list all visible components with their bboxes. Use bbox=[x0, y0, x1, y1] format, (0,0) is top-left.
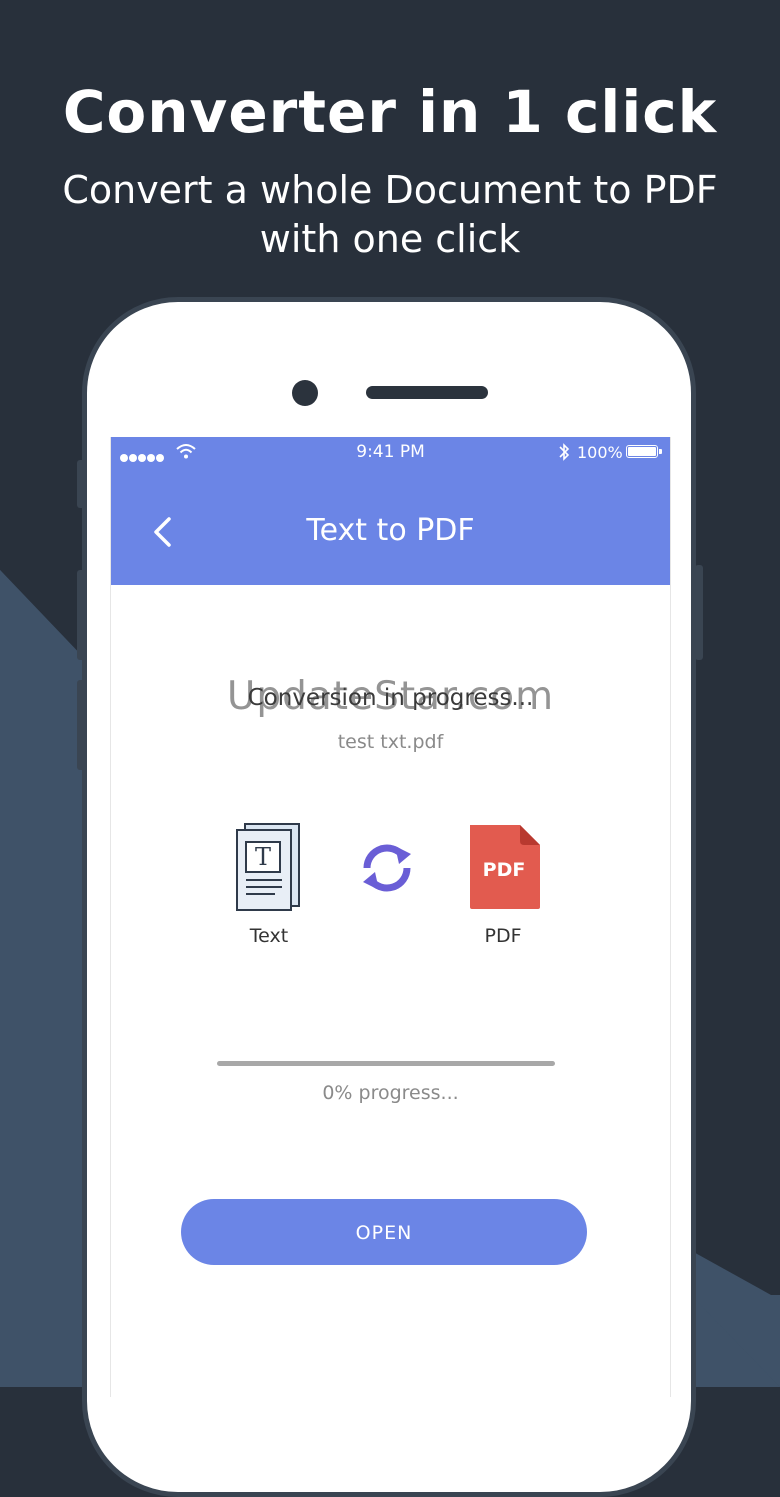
target-format-label: PDF bbox=[484, 925, 522, 947]
promo-subline: Convert a whole Document to PDF with one… bbox=[62, 168, 718, 261]
phone-camera bbox=[292, 380, 318, 406]
progress-bar bbox=[217, 1061, 555, 1066]
app-bar: 9:41 PM 100% Text to PDF bbox=[111, 437, 670, 585]
sync-icon bbox=[363, 844, 411, 892]
bluetooth-icon bbox=[559, 443, 570, 461]
page-title: Text to PDF bbox=[306, 513, 475, 548]
status-bar: 9:41 PM 100% bbox=[111, 437, 670, 467]
phone-speaker bbox=[366, 386, 488, 399]
pdf-file-icon: PDF bbox=[470, 825, 540, 909]
watermark: UpdateStar.com bbox=[226, 674, 555, 719]
doc-badge: T bbox=[255, 843, 271, 871]
phone-side-button bbox=[695, 565, 703, 660]
promo-headline: Converter in 1 click bbox=[62, 78, 718, 146]
file-name: test txt.pdf bbox=[337, 731, 444, 753]
battery-icon bbox=[626, 445, 662, 458]
pdf-badge: PDF bbox=[483, 859, 526, 881]
open-button[interactable]: OPEN bbox=[181, 1199, 587, 1265]
app-screen: 9:41 PM 100% Text to PDF Conversion in p… bbox=[110, 437, 671, 1397]
progress-text: 0% progress... bbox=[322, 1082, 459, 1104]
battery-percent: 100% bbox=[577, 443, 623, 462]
source-format-label: Text bbox=[249, 925, 289, 947]
text-document-icon: T bbox=[236, 823, 300, 911]
